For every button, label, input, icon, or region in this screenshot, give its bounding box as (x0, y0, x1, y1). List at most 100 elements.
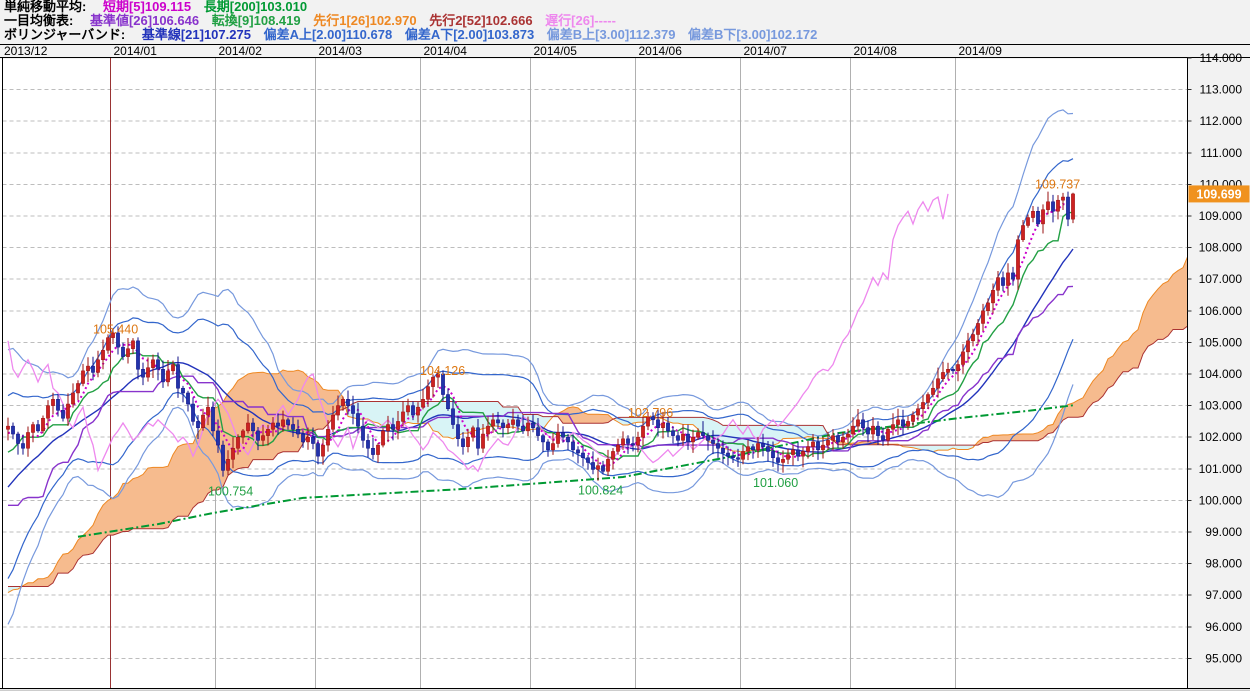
candle-body (296, 429, 299, 434)
candle-body (366, 440, 369, 448)
price-annotation: 101.060 (753, 476, 798, 490)
candle-body (266, 429, 269, 435)
candle-body (156, 360, 159, 369)
candle-body (756, 444, 759, 450)
candle-body (506, 425, 509, 428)
candle-body (826, 440, 829, 445)
y-axis-label: 113.000 (1200, 83, 1243, 97)
candle-body (431, 377, 434, 386)
candle-body (716, 444, 719, 449)
candle-body (311, 437, 314, 443)
candle-body (591, 462, 594, 469)
candle-body (151, 360, 154, 368)
candle-body (411, 406, 414, 415)
candle-body (221, 445, 224, 470)
candle-body (611, 451, 614, 459)
candle-body (416, 407, 419, 415)
candle-body (1006, 273, 1009, 286)
y-axis-label: 103.000 (1199, 399, 1243, 413)
x-axis-label: 2014/04 (424, 44, 468, 58)
candle-body (701, 432, 704, 435)
candle-body (936, 379, 939, 388)
candle-body (861, 420, 864, 428)
candle-body (501, 423, 504, 428)
candle-body (526, 423, 529, 431)
candle-body (131, 341, 134, 349)
candle-body (576, 450, 579, 453)
candle-body (146, 368, 149, 377)
candle-body (11, 426, 14, 434)
candle-body (961, 352, 964, 365)
x-axis-label: 2014/09 (959, 44, 1003, 58)
candle-body (396, 421, 399, 429)
candle-body (711, 440, 714, 443)
x-axis-label: 2013/12 (4, 44, 48, 58)
candle-body (381, 431, 384, 445)
candle-body (1041, 210, 1044, 224)
candle-body (486, 426, 489, 434)
candle-body (1031, 211, 1034, 217)
candle-body (446, 395, 449, 409)
x-axis-labels: 2013/122014/012014/022014/032014/042014/… (4, 44, 1002, 58)
candle-body (566, 437, 569, 442)
candle-body (1066, 197, 1069, 219)
candle-body (516, 420, 519, 426)
candle-body (1046, 202, 1049, 210)
candle-body (921, 402, 924, 408)
candle-body (41, 418, 44, 431)
candle-body (101, 350, 104, 359)
candle-body (1026, 218, 1029, 226)
candle-body (1061, 197, 1064, 200)
candle-body (71, 393, 74, 404)
price-chart-canvas[interactable]: 105.440104.126102.796109.737100.754100.8… (0, 0, 1250, 691)
candle-body (86, 366, 89, 371)
y-axis-label: 109.000 (1199, 209, 1243, 223)
candle-body (46, 406, 49, 419)
candle-body (886, 429, 889, 440)
candle-body (631, 444, 634, 446)
borders (0, 45, 1250, 691)
bb-upper-2sigma (8, 159, 1073, 442)
y-axis-label: 114.000 (1200, 51, 1243, 65)
candle-body (946, 369, 949, 372)
candle-body (251, 423, 254, 431)
candle-body (96, 360, 99, 373)
candle-body (6, 426, 9, 429)
candle-body (841, 437, 844, 442)
last-price-badge: 109.699 (1189, 185, 1250, 202)
candle-body (761, 444, 764, 447)
candle-body (771, 451, 774, 457)
price-annotation: 102.796 (628, 406, 673, 420)
y-axis-label: 101.000 (1199, 462, 1243, 476)
candle-body (806, 447, 809, 452)
price-annotation: 100.754 (208, 485, 253, 499)
candle-body (821, 445, 824, 450)
candle-body (836, 436, 839, 442)
candle-body (201, 415, 204, 428)
price-annotation: 105.440 (93, 322, 138, 336)
candle-body (1011, 273, 1014, 279)
candle-body (291, 425, 294, 430)
ichimoku-cloud (8, 250, 1198, 593)
candle-body (766, 447, 769, 452)
candle-body (661, 423, 664, 428)
candle-body (596, 466, 599, 470)
candle-body (641, 426, 644, 437)
candle-body (356, 414, 359, 427)
candle-body (326, 429, 329, 445)
plot-area[interactable] (6, 110, 1198, 625)
candle-body (796, 450, 799, 456)
candle-body (196, 421, 199, 427)
candle-body (556, 432, 559, 443)
y-axis-label: 107.000 (1199, 272, 1243, 286)
candle-body (341, 399, 344, 405)
candle-body (181, 388, 184, 393)
x-axis-label: 2014/07 (744, 44, 788, 58)
x-axis-label: 2014/08 (854, 44, 898, 58)
candle-body (336, 406, 339, 415)
candle-body (601, 466, 604, 472)
candle-body (301, 434, 304, 442)
candle-body (971, 335, 974, 341)
candle-body (726, 453, 729, 456)
candle-body (496, 420, 499, 423)
